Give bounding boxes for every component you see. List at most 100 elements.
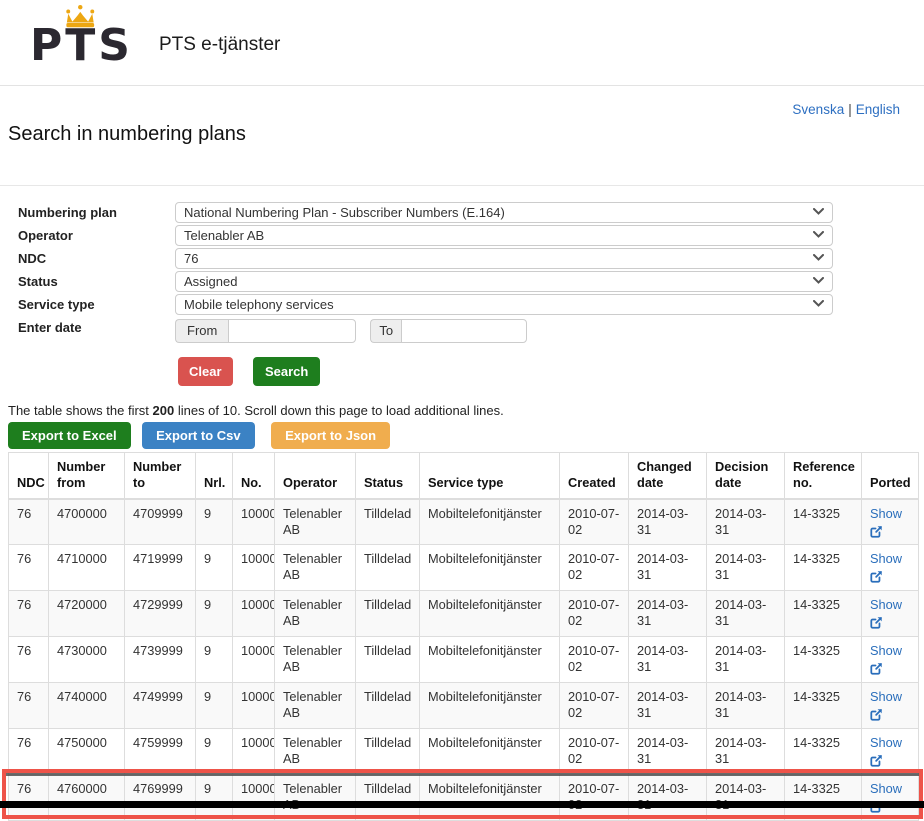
table-cell: 10000 [233, 499, 275, 545]
external-link-icon [870, 616, 883, 629]
table-cell: 14-3325 [785, 545, 862, 591]
show-link-label: Show [870, 506, 902, 521]
export-json-button[interactable]: Export to Json [271, 422, 390, 449]
export-excel-button[interactable]: Export to Excel [8, 422, 131, 449]
result-summary: The table shows the first 200 lines of 1… [8, 403, 924, 418]
table-cell: 2010-07-02 [560, 499, 629, 545]
table-cell: Telenabler AB [275, 499, 356, 545]
table-cell: 4719999 [125, 545, 196, 591]
table-cell: Telenabler AB [275, 775, 356, 821]
enter-date-label: Enter date [18, 317, 175, 343]
table-cell: 9 [196, 683, 233, 729]
table-cell: 10000 [233, 545, 275, 591]
table-cell: Tilldelad [356, 729, 420, 775]
table-cell: 14-3325 [785, 499, 862, 545]
column-header-service-type: Service type [420, 453, 560, 499]
show-link[interactable]: Show [870, 551, 902, 583]
table-body: 7647000004709999910000Telenabler ABTilld… [9, 499, 919, 821]
numbering-plan-select-wrap: National Numbering Plan - Subscriber Num… [175, 202, 833, 223]
show-link[interactable]: Show [870, 506, 902, 538]
show-link-label: Show [870, 689, 902, 704]
external-link-icon [870, 570, 883, 583]
language-link-english[interactable]: English [856, 102, 900, 117]
operator-select-wrap: Telenabler AB [175, 225, 833, 246]
table-cell: 9 [196, 637, 233, 683]
logo-text: PTS [30, 24, 133, 68]
show-link[interactable]: Show [870, 689, 902, 721]
clear-button[interactable]: Clear [178, 357, 233, 386]
table-cell: 4710000 [49, 545, 125, 591]
table-cell: 10000 [233, 729, 275, 775]
table-cell: 76 [9, 591, 49, 637]
operator-select[interactable]: Telenabler AB [175, 225, 833, 246]
table-cell: 4759999 [125, 729, 196, 775]
table-cell: 9 [196, 545, 233, 591]
table-cell: 14-3325 [785, 729, 862, 775]
show-link[interactable]: Show [870, 735, 902, 767]
show-link-label: Show [870, 735, 902, 750]
table-cell: 4749999 [125, 683, 196, 729]
table-cell: 2010-07-02 [560, 637, 629, 683]
column-header-decision-date: Decision date [707, 453, 785, 499]
summary-suffix: lines of 10. Scroll down this page to lo… [174, 403, 504, 418]
status-select[interactable]: Assigned [175, 271, 833, 292]
table-cell: 2014-03-31 [707, 545, 785, 591]
table-cell-ported: Show [862, 499, 919, 545]
column-header-nrl: Nrl. [196, 453, 233, 499]
table-header-row: NDC Number from Number to Nrl. No. Opera… [9, 453, 919, 499]
ndc-select[interactable]: 76 [175, 248, 833, 269]
table-cell: 10000 [233, 683, 275, 729]
page-title: Search in numbering plans [8, 123, 924, 146]
table-cell: 2014-03-31 [707, 637, 785, 683]
site-header: PTS PTS e-tjänster [0, 0, 924, 86]
table-cell: 14-3325 [785, 683, 862, 729]
show-link-label: Show [870, 551, 902, 566]
language-link-svenska[interactable]: Svenska [792, 102, 844, 117]
table-cell: 2010-07-02 [560, 729, 629, 775]
table-cell: 2014-03-31 [629, 499, 707, 545]
table-cell-ported: Show [862, 591, 919, 637]
search-form: Numbering plan National Numbering Plan -… [18, 202, 924, 343]
external-link-icon [870, 754, 883, 767]
table-cell-ported: Show [862, 775, 919, 821]
table-row: 7647200004729999910000Telenabler ABTilld… [9, 591, 919, 637]
date-to-input[interactable] [401, 319, 527, 343]
show-link[interactable]: Show [870, 597, 902, 629]
table-cell: 2010-07-02 [560, 775, 629, 821]
export-csv-button[interactable]: Export to Csv [142, 422, 255, 449]
show-link-label: Show [870, 597, 902, 612]
table-cell: Mobiltelefonitjänster [420, 637, 560, 683]
show-link-label: Show [870, 643, 902, 658]
table-cell-ported: Show [862, 683, 919, 729]
column-header-ndc: NDC [9, 453, 49, 499]
search-button[interactable]: Search [253, 357, 320, 386]
table-cell: 76 [9, 729, 49, 775]
column-header-ported: Ported [862, 453, 919, 499]
results-table: NDC Number from Number to Nrl. No. Opera… [8, 452, 919, 821]
service-type-select-wrap: Mobile telephony services [175, 294, 833, 315]
table-cell: Tilldelad [356, 775, 420, 821]
numbering-plan-select[interactable]: National Numbering Plan - Subscriber Num… [175, 202, 833, 223]
table-cell: Mobiltelefonitjänster [420, 729, 560, 775]
table-cell: 4739999 [125, 637, 196, 683]
table-cell: 9 [196, 775, 233, 821]
table-cell-ported: Show [862, 729, 919, 775]
table-cell: 9 [196, 499, 233, 545]
crown-icon [62, 4, 99, 30]
pts-logo[interactable]: PTS [30, 24, 133, 68]
table-cell: 2014-03-31 [629, 683, 707, 729]
show-link[interactable]: Show [870, 643, 902, 675]
service-type-label: Service type [18, 294, 175, 315]
column-header-status: Status [356, 453, 420, 499]
table-cell: 2010-07-02 [560, 591, 629, 637]
table-cell: 14-3325 [785, 637, 862, 683]
external-link-icon [870, 662, 883, 675]
column-header-number-to: Number to [125, 453, 196, 499]
show-link[interactable]: Show [870, 781, 902, 813]
table-cell: 4769999 [125, 775, 196, 821]
table-cell: Tilldelad [356, 591, 420, 637]
ndc-label: NDC [18, 248, 175, 269]
service-type-select[interactable]: Mobile telephony services [175, 294, 833, 315]
date-from-input[interactable] [228, 319, 356, 343]
table-cell: 76 [9, 637, 49, 683]
